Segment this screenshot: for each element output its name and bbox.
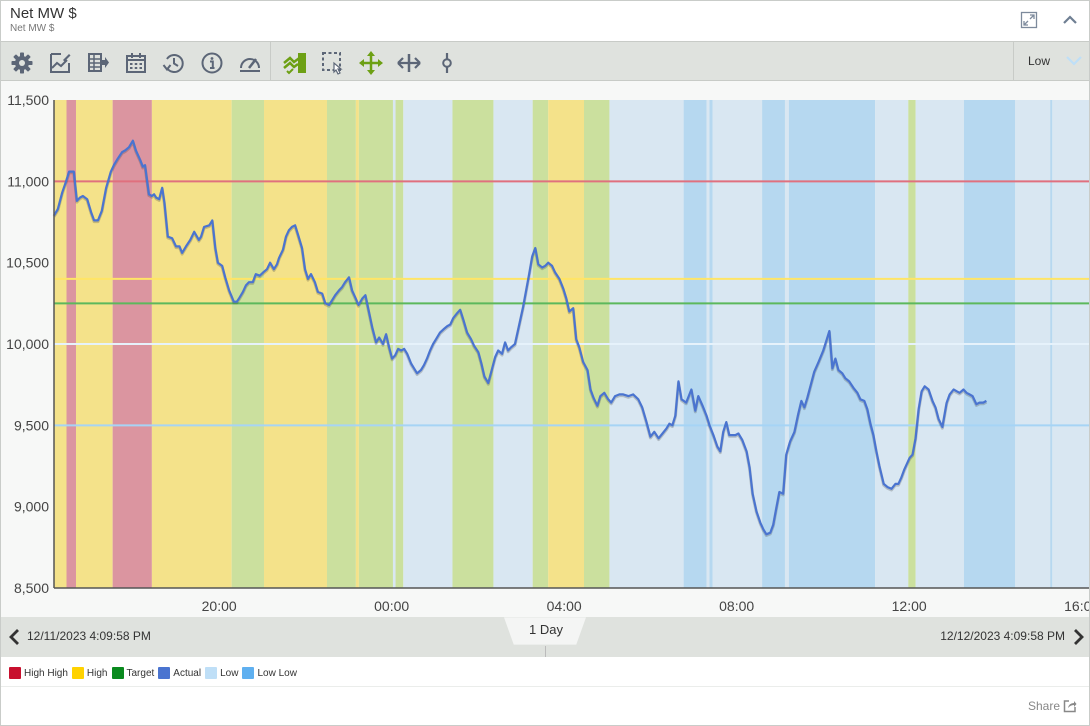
next-period-button[interactable] [1071,627,1087,647]
y-tick-label: 11,000 [7,173,49,189]
trend-highlight-button[interactable] [282,50,308,76]
export-button[interactable] [85,50,111,76]
info-icon [201,52,223,74]
chart-legend: High High High Target Actual Low Low Low [9,664,301,682]
end-date[interactable]: 12/12/2023 4:09:58 PM [940,629,1065,643]
widget-title: Net MW $ [10,5,77,22]
chevron-down-icon [1066,56,1082,66]
zoom-select-icon [322,52,343,75]
calendar-icon [126,53,146,73]
y-tick-label: 10,500 [6,255,49,271]
share-button[interactable]: Share [1028,699,1077,713]
horizontal-scale-icon [397,54,421,72]
horizontal-scale-button[interactable] [396,50,422,76]
legend-label: Target [126,667,155,679]
gauge-icon [240,58,260,72]
previous-period-button[interactable] [6,627,22,647]
legend-label: Low [220,667,239,679]
legend-swatch [158,667,171,679]
x-tick-label: 08:00 [719,598,754,614]
cursor-marker-icon [442,53,452,73]
info-button[interactable] [199,50,225,76]
share-label: Share [1027,699,1060,713]
legend-label: Actual [173,667,202,679]
x-tick-label: 12:00 [892,598,927,614]
limit-select[interactable]: Low [1013,42,1089,80]
legend-swatch [205,667,218,679]
collapse-button[interactable] [1059,9,1081,31]
span-marker [545,646,546,657]
chevron-up-icon [1063,15,1077,24]
x-tick-label: 20:00 [202,598,237,614]
legend-label: High [86,667,108,679]
chart-area[interactable]: 8,500 9,000 9,500 10,000 10,500 11,000 11,500 2… [1,81,1089,617]
legend-label: High High [24,667,68,679]
y-tick-label: 11,500 [7,92,49,108]
x-tick-label: 04:00 [547,598,582,614]
x-tick-label: 16:00 [1064,598,1089,614]
calendar-button[interactable] [123,50,149,76]
share-icon [1063,700,1077,713]
time-span-label[interactable]: 1 Day [504,622,588,637]
y-tick-label: 9,500 [14,417,49,433]
edit-chart-icon [50,53,71,73]
pan-icon [359,51,383,75]
chevron-left-icon [9,629,19,645]
cursor-marker-button[interactable] [434,50,460,76]
widget-header: Net MW $ Net MW $ [1,1,1089,41]
legend-item[interactable]: Low Low [242,667,297,679]
legend-swatch [9,667,21,679]
toolbar: Low [1,41,1089,81]
history-icon [162,54,184,73]
trend-highlight-icon [283,53,306,75]
legend-item[interactable]: Target [111,667,155,679]
legend-item[interactable]: Low [205,667,238,679]
x-tick-label: 00:00 [374,598,409,614]
trend-chart[interactable]: 8,500 9,000 9,500 10,000 10,500 11,000 11,500 2… [1,81,1089,617]
gear-icon [11,52,33,74]
legend-item[interactable]: High [71,667,108,679]
y-tick-label: 8,500 [14,580,49,596]
legend-swatch [71,667,84,679]
edit-chart-button[interactable] [47,50,73,76]
y-tick-label: 10,000 [6,336,49,352]
expand-button[interactable] [1018,9,1040,31]
time-navigation: 12/11/2023 4:09:58 PM 1 Day 12/12/2023 4… [1,617,1089,657]
history-button[interactable] [161,50,187,76]
pan-button[interactable] [358,50,384,76]
legend-item[interactable]: Actual [158,667,201,679]
trend-widget: Net MW $ Net MW $ Low 8,500 9,000 9,500 … [0,0,1090,726]
legend-swatch [242,667,255,679]
expand-icon [1020,11,1038,29]
footer-divider [1,686,1089,687]
widget-subtitle: Net MW $ [10,23,55,34]
gauge-button[interactable] [237,50,263,76]
start-date[interactable]: 12/11/2023 4:09:58 PM [27,629,151,643]
y-tick-label: 9,000 [14,499,49,515]
legend-label: Low Low [257,667,297,679]
settings-button[interactable] [9,50,35,76]
zoom-select-button[interactable] [320,50,346,76]
legend-item[interactable]: High High [9,667,68,679]
limit-select-value: Low [1028,54,1051,68]
legend-swatch [111,667,124,679]
chevron-right-icon [1074,629,1084,645]
toolbar-divider [270,42,271,80]
export-table-icon [88,53,109,72]
